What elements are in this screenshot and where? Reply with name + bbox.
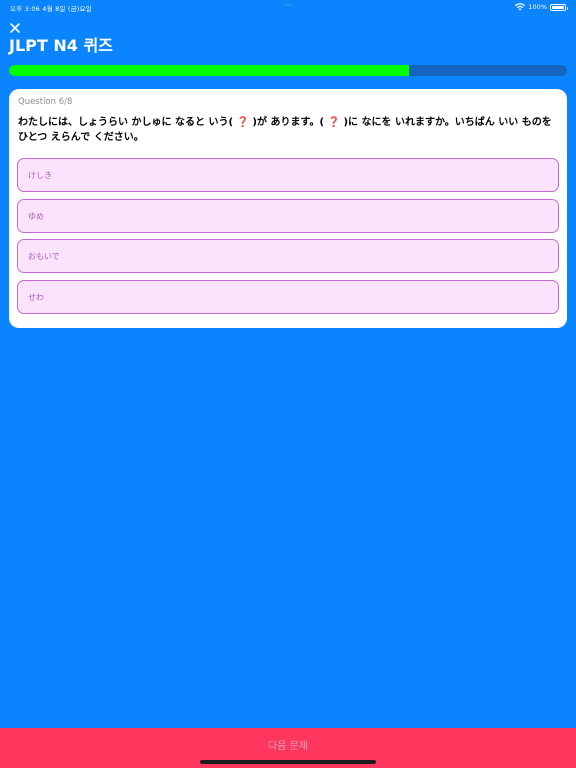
- answer-option[interactable]: せわ: [17, 280, 559, 314]
- answer-option[interactable]: ゆめ: [17, 199, 559, 233]
- status-bar: 오후 3:06 4월 8일 (금)요일 ··· 100%: [0, 0, 576, 14]
- battery-icon: [550, 3, 568, 11]
- page-title: JLPT N4 퀴즈: [9, 36, 113, 55]
- multitasking-dots[interactable]: ···: [284, 1, 292, 10]
- question-card: Question 6/8 わたしには、しょうらい かしゅに なると いう( ❓ …: [9, 89, 567, 328]
- home-indicator[interactable]: [200, 760, 376, 764]
- answer-option-label: せわ: [28, 292, 44, 302]
- answer-option-label: けしき: [28, 170, 52, 180]
- battery-percentage: 100%: [528, 3, 547, 11]
- answer-option-label: ゆめ: [28, 211, 44, 221]
- next-question-label: 다음 문제: [268, 740, 308, 752]
- status-right-group: 100%: [515, 3, 568, 11]
- wifi-icon: [515, 3, 526, 11]
- question-number: Question 6/8: [18, 97, 73, 107]
- progress-fill: [9, 65, 409, 76]
- answer-option[interactable]: おもいで: [17, 239, 559, 273]
- progress-bar: [9, 65, 567, 76]
- status-time-date: 오후 3:06 4월 8일 (금)요일: [10, 5, 92, 13]
- answer-option-label: おもいで: [28, 251, 60, 261]
- question-text: わたしには、しょうらい かしゅに なると いう( ❓ )が あります。( ❓ )…: [18, 117, 552, 143]
- answer-option[interactable]: けしき: [17, 158, 559, 192]
